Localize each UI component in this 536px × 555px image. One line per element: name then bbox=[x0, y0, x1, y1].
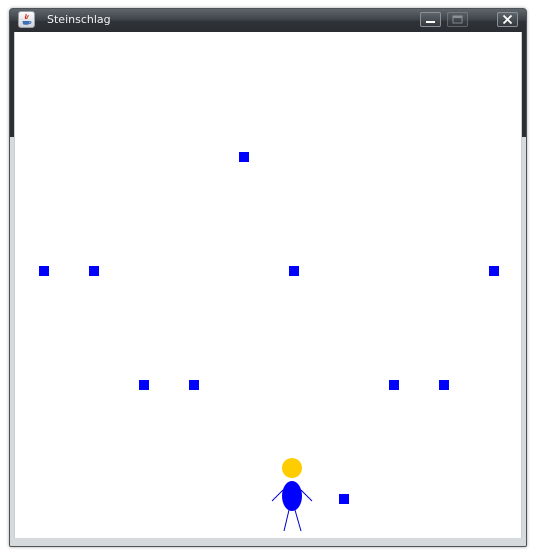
falling-stone bbox=[239, 152, 249, 162]
player-left-leg bbox=[283, 509, 290, 532]
java-app-icon[interactable] bbox=[18, 11, 35, 28]
player-right-arm bbox=[300, 489, 313, 502]
falling-stone bbox=[439, 380, 449, 390]
falling-stone bbox=[489, 266, 499, 276]
falling-stone bbox=[189, 380, 199, 390]
player-left-arm bbox=[271, 489, 284, 502]
close-button[interactable] bbox=[497, 12, 518, 27]
falling-stone bbox=[289, 266, 299, 276]
player-head bbox=[282, 458, 302, 478]
falling-stone bbox=[89, 266, 99, 276]
falling-stone bbox=[339, 494, 349, 504]
player-right-leg bbox=[294, 509, 302, 532]
minimize-icon bbox=[426, 21, 435, 23]
maximize-button[interactable] bbox=[447, 12, 468, 27]
minimize-button[interactable] bbox=[420, 12, 441, 27]
falling-stone bbox=[139, 380, 149, 390]
app-window: Steinschlag bbox=[9, 8, 527, 547]
falling-stone bbox=[389, 380, 399, 390]
window-title: Steinschlag bbox=[47, 13, 111, 26]
falling-stone bbox=[39, 266, 49, 276]
close-icon bbox=[502, 14, 513, 25]
player-figure bbox=[271, 458, 313, 532]
title-bar[interactable]: Steinschlag bbox=[10, 9, 526, 32]
player-body bbox=[282, 481, 302, 511]
maximize-icon bbox=[452, 15, 463, 24]
game-canvas[interactable] bbox=[14, 32, 522, 538]
